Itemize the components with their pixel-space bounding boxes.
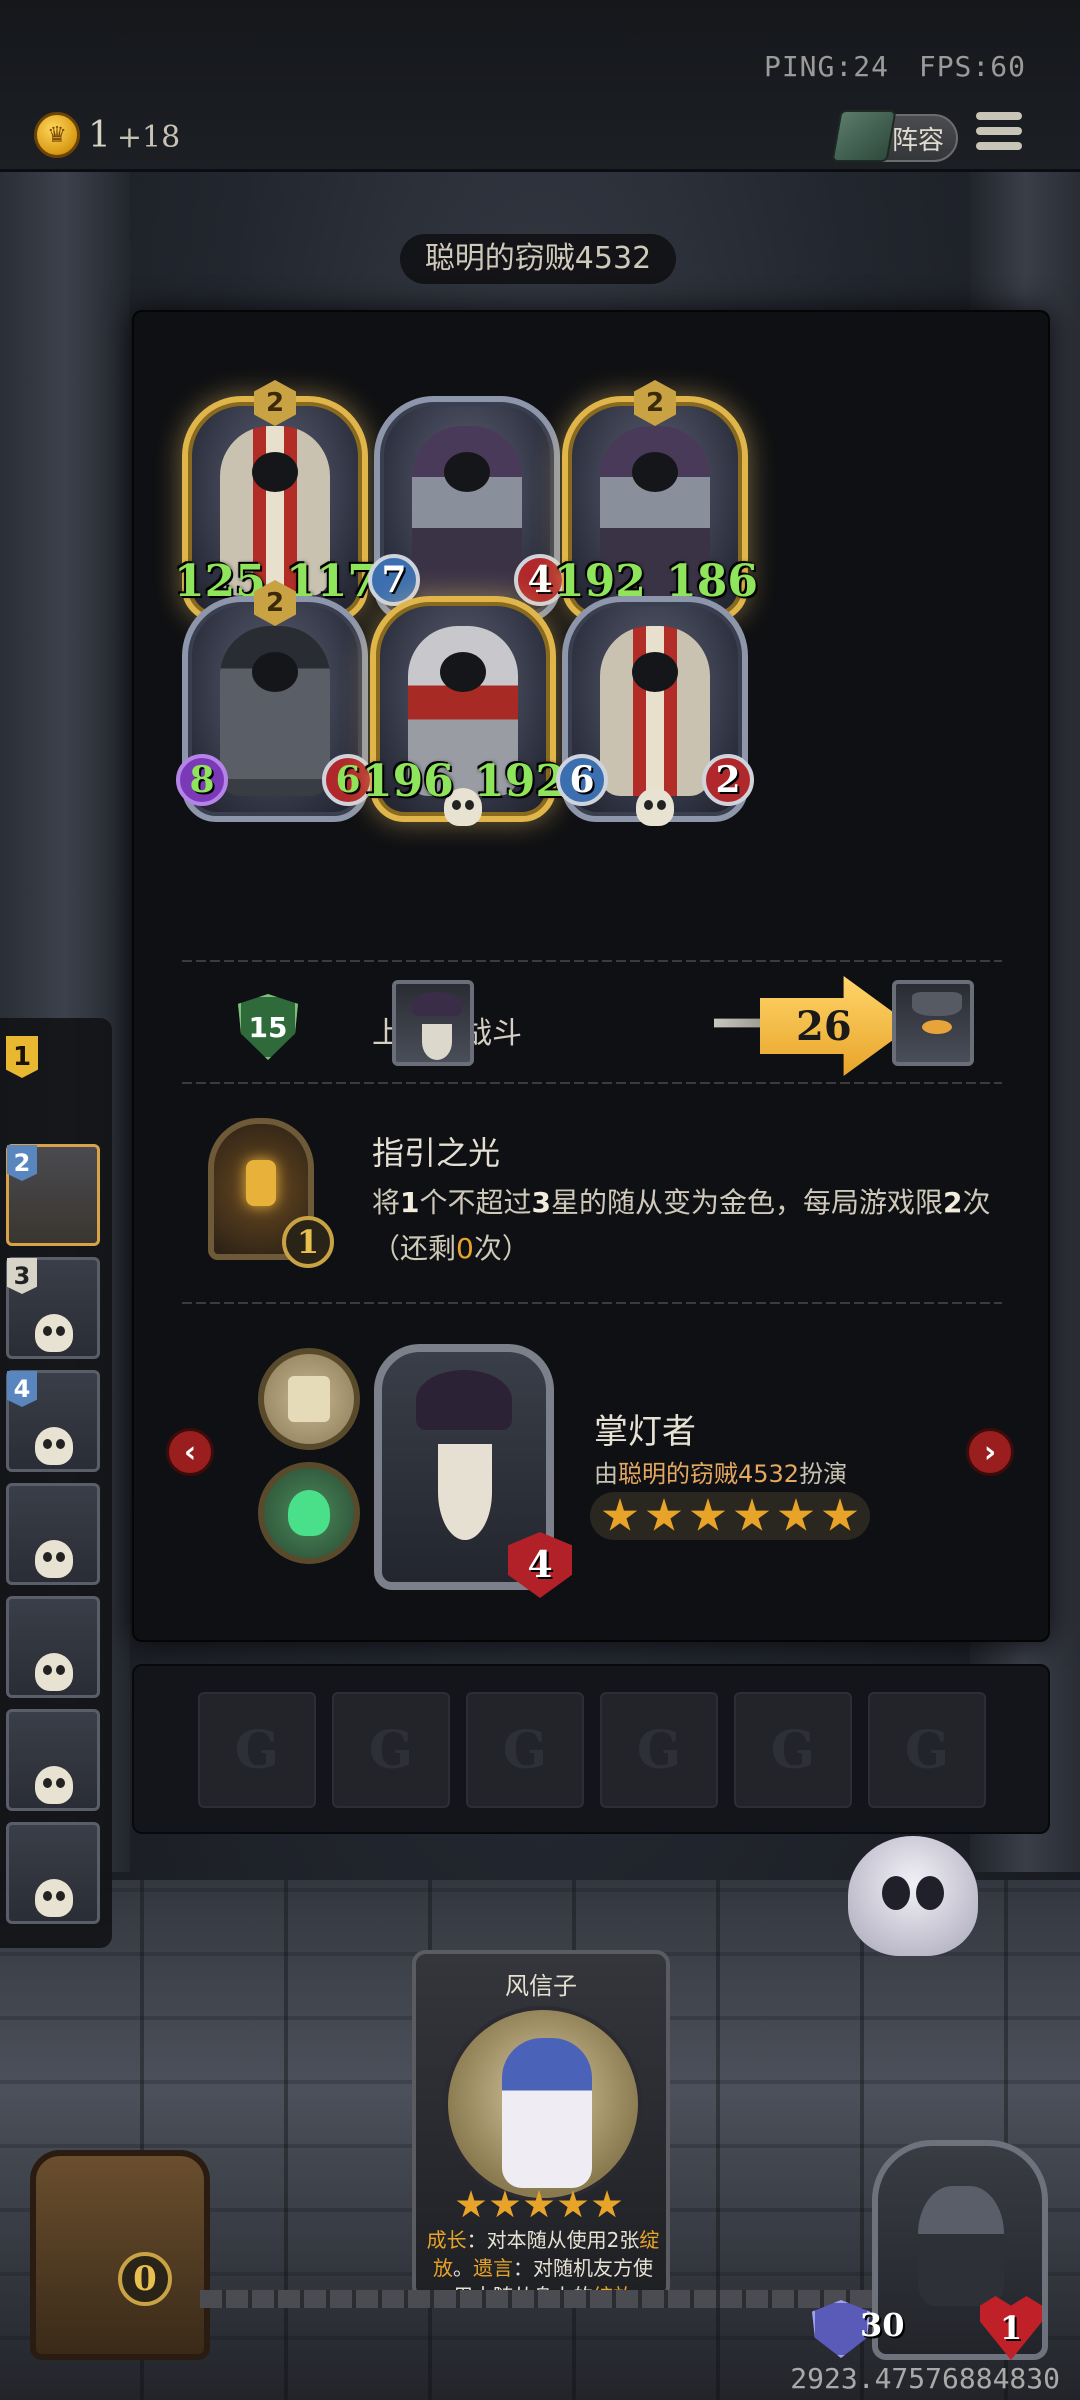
star-icon — [778, 1498, 814, 1531]
player-armor: 30 — [860, 2306, 905, 2344]
chest-count-badge: 0 — [118, 2252, 172, 2306]
hero-star-rating — [590, 1492, 870, 1540]
lineup-button[interactable]: 阵容 — [831, 110, 958, 162]
hero-power-description: 将1个不超过3星的随从变为金色，每局游戏限2次（还剩0次） — [372, 1186, 991, 1265]
minion-art — [220, 626, 330, 796]
hand-card-stars — [456, 2190, 622, 2220]
shop-slot[interactable] — [600, 1692, 718, 1808]
leaderboard-rank: 4 — [7, 1371, 37, 1407]
chevron-right-icon[interactable]: › — [966, 1428, 1014, 1476]
lineup-book-icon — [831, 110, 897, 162]
shop-slot[interactable] — [734, 1692, 852, 1808]
leaderboard-entry[interactable]: 3 — [6, 1257, 100, 1359]
treasure-chest-icon[interactable] — [30, 2150, 210, 2360]
leaderboard-rank: 3 — [7, 1258, 37, 1294]
hero-power-uses-badge: 1 — [282, 1216, 334, 1268]
tavern-tier-badge: 15 — [238, 994, 298, 1060]
divider — [182, 960, 1002, 962]
star-icon — [822, 1498, 858, 1531]
leaderboard-entry[interactable]: 2 — [6, 1144, 100, 1246]
eliminated-skull-icon — [35, 1653, 73, 1691]
map-trinket-icon[interactable] — [258, 1348, 360, 1450]
frog-trinket-icon[interactable] — [258, 1462, 360, 1564]
board-minion[interactable]: 62 — [556, 596, 754, 836]
last-battle-damage: 26 — [760, 976, 912, 1076]
star-icon — [524, 2190, 554, 2218]
star-icon — [456, 2190, 486, 2218]
menu-icon[interactable] — [976, 112, 1022, 156]
leaderboard-entry[interactable] — [6, 1483, 100, 1585]
leaderboard-rank: 2 — [7, 1145, 37, 1181]
star-icon — [558, 2190, 588, 2218]
deathrattle-skull-icon — [636, 788, 674, 826]
fps-readout: FPS:60 — [918, 50, 1026, 83]
last-battle-defender-portrait[interactable] — [892, 980, 974, 1066]
coordinate-readout: 2923.47576884830 — [790, 2362, 1060, 2395]
gold-counter: ♛ 1 +18 — [34, 112, 180, 158]
top-hud: PING:24 FPS:60 ♛ 1 +18 阵容 — [0, 0, 1080, 172]
minion-attack: 6 — [556, 754, 608, 806]
hero-played-by: 由聪明的窃贼4532扮演 — [594, 1460, 848, 1488]
shop-slot[interactable] — [198, 1692, 316, 1808]
star-icon — [602, 1498, 638, 1531]
shop-slot[interactable] — [868, 1692, 986, 1808]
shop-slot[interactable] — [466, 1692, 584, 1808]
shop-slot[interactable] — [332, 1692, 450, 1808]
minion-health: 192 — [474, 756, 566, 807]
leaderboard-entry[interactable] — [6, 1596, 100, 1698]
last-battle-attacker-portrait[interactable] — [392, 980, 474, 1066]
hand-card-name: 风信子 — [505, 1972, 577, 2000]
board-minion[interactable]: 286 — [176, 580, 374, 836]
eliminated-skull-icon — [35, 1540, 73, 1578]
hero-name: 掌灯者 — [594, 1412, 696, 1452]
divider — [182, 1082, 1002, 1084]
first-place-rank-badge: 1 — [6, 1036, 38, 1078]
minion-art — [600, 626, 710, 796]
opponent-name: 聪明的窃贼4532 — [400, 234, 676, 284]
star-icon — [592, 2190, 622, 2218]
eliminated-skull-icon — [35, 1427, 73, 1465]
lineup-button-label: 阵容 — [891, 125, 944, 156]
ping-readout: PING:24 — [763, 50, 889, 83]
board-minion[interactable]: 196 192 — [362, 596, 566, 836]
chevron-left-icon[interactable]: ‹ — [166, 1428, 214, 1476]
eliminated-skull-icon — [35, 1766, 73, 1804]
minion-health: 2 — [702, 754, 754, 806]
opponent-info-panel: 212511774219218628619619262 15 上一场战斗 26 … — [132, 310, 1050, 1642]
gold-coin-icon: ♛ — [34, 112, 80, 158]
eliminated-skull-icon — [35, 1879, 73, 1917]
minion-attack: 196 — [362, 756, 454, 807]
hand-card-art — [444, 2006, 642, 2202]
star-icon — [490, 2190, 520, 2218]
leaderboard-entry[interactable] — [6, 1822, 100, 1924]
star-icon — [734, 1498, 770, 1531]
divider — [182, 1302, 1002, 1304]
hand-card[interactable]: 风信子 成长：对本随从使用2张绽放。遗言：对随机友方使用本随从身上的绽放 — [412, 1950, 670, 2308]
network-stats: PING:24 FPS:60 — [764, 50, 1026, 83]
minion-attack: 8 — [176, 754, 228, 806]
leaderboard-entry[interactable] — [6, 1709, 100, 1811]
shop-slots — [132, 1664, 1050, 1834]
rail-track — [200, 2290, 900, 2308]
star-icon — [690, 1498, 726, 1531]
leaderboard-entry[interactable]: 4 — [6, 1370, 100, 1472]
gold-amount: 1 — [88, 114, 111, 156]
star-icon — [646, 1498, 682, 1531]
hero-power-name: 指引之光 — [372, 1134, 501, 1172]
minion-art — [412, 426, 522, 596]
gold-income: +18 — [116, 119, 181, 155]
ghost-mascot — [848, 1836, 978, 1956]
eliminated-skull-icon — [35, 1314, 73, 1352]
